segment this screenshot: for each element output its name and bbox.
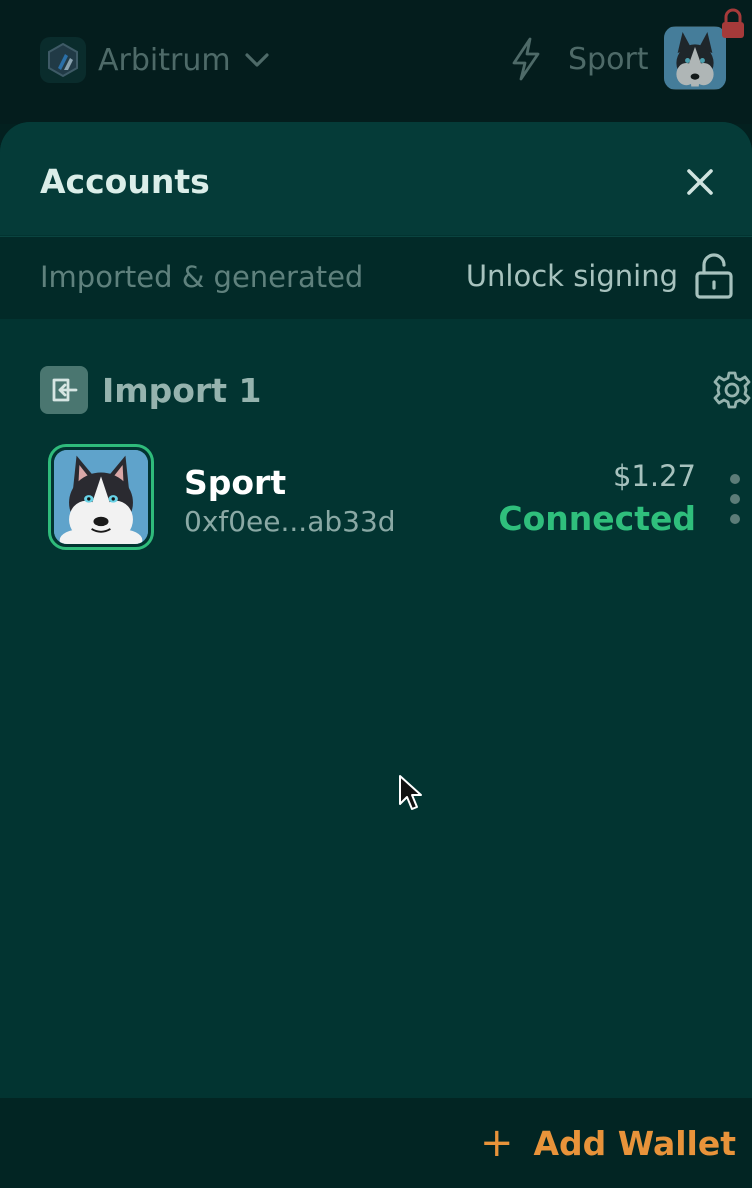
lock-icon	[722, 8, 744, 38]
unlock-signing-label: Unlock signing	[465, 259, 678, 293]
mouse-cursor-icon	[399, 775, 422, 810]
account-type-label: Imported & generated	[40, 260, 364, 294]
current-account-name[interactable]: Sport	[568, 38, 649, 82]
filter-bar: Imported & generated Unlock signing	[0, 236, 752, 319]
account-address: 0xf0ee...ab33d	[184, 505, 396, 538]
unlock-icon	[695, 253, 733, 299]
network-selector[interactable]: Arbitrum	[40, 36, 271, 84]
chevron-down-icon	[244, 53, 269, 67]
husky-avatar	[54, 450, 148, 544]
plus-icon: +	[479, 1120, 514, 1166]
top-bar: Arbitrum Sport	[0, 0, 752, 124]
account-avatar[interactable]	[664, 26, 726, 90]
add-wallet-button[interactable]: + Add Wallet	[480, 1118, 736, 1168]
gear-icon[interactable]	[712, 370, 752, 410]
more-options-icon[interactable]	[728, 474, 742, 524]
close-icon[interactable]	[680, 162, 720, 202]
account-group: Import 1	[40, 366, 752, 418]
panel-footer: + Add Wallet	[0, 1098, 752, 1188]
accounts-panel: Accounts Imported & generated Unlock sig…	[0, 122, 752, 1188]
import-icon	[40, 366, 88, 414]
group-name: Import 1	[102, 371, 262, 410]
account-balance: $1.27	[612, 459, 696, 493]
account-avatar-frame	[48, 444, 154, 550]
arbitrum-logo-icon	[40, 37, 86, 83]
network-name: Arbitrum	[98, 42, 231, 78]
unlock-signing-button[interactable]: Unlock signing	[466, 251, 734, 301]
account-name: Sport	[184, 463, 287, 502]
connection-status: Connected	[498, 499, 696, 538]
panel-title: Accounts	[40, 162, 210, 201]
lightning-icon[interactable]	[508, 36, 544, 82]
account-row[interactable]: Sport 0xf0ee...ab33d $1.27 Connected	[40, 440, 752, 560]
panel-header: Accounts	[0, 122, 752, 235]
add-wallet-label: Add Wallet	[533, 1123, 736, 1163]
